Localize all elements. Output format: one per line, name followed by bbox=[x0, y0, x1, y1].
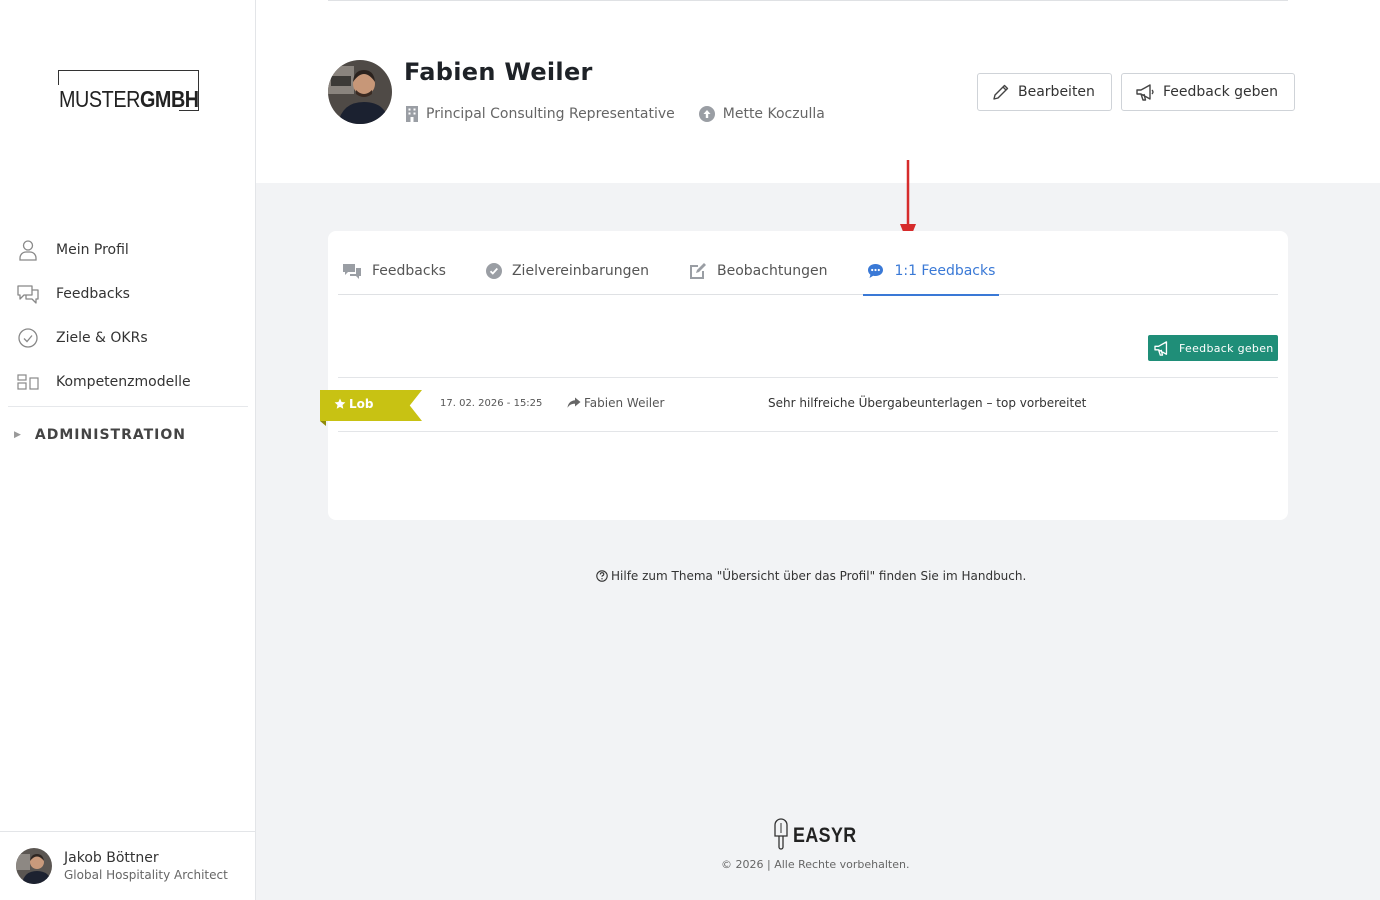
help-text[interactable]: Hilfe zum Thema "Übersicht über das Prof… bbox=[611, 569, 1026, 583]
company-logo[interactable]: MUSTERGMBH bbox=[58, 70, 200, 112]
chat-bubbles-icon bbox=[342, 263, 362, 280]
sidebar-item-ziele-okrs[interactable]: Ziele & OKRs bbox=[8, 316, 248, 360]
feedback-message: Sehr hilfreiche Übergabeunterlagen – top… bbox=[768, 396, 1087, 410]
building-icon bbox=[406, 106, 418, 122]
admin-label: ADMINISTRATION bbox=[34, 427, 186, 443]
sidebar-item-label: Ziele & OKRs bbox=[56, 330, 148, 346]
give-feedback-button[interactable]: Feedback geben bbox=[1121, 73, 1295, 111]
ribbon-text: Lob bbox=[349, 397, 374, 411]
new-feedback-label: Feedback geben bbox=[1179, 341, 1274, 355]
copyright: © 2026 | Alle Rechte vorbehalten. bbox=[721, 858, 910, 871]
megaphone-icon bbox=[1136, 83, 1155, 101]
tab-beobachtungen[interactable]: Beobachtungen bbox=[685, 247, 831, 295]
tab-feedbacks[interactable]: Feedbacks bbox=[338, 247, 450, 295]
comment-dots-icon bbox=[867, 263, 884, 279]
sidebar: MUSTERGMBH Mein Profil Feedbacks Ziele &… bbox=[0, 0, 256, 900]
check-circle-icon bbox=[16, 326, 40, 350]
avatar bbox=[16, 848, 52, 884]
star-icon bbox=[334, 398, 346, 410]
profile-name: Fabien Weiler bbox=[404, 58, 593, 86]
arrow-up-circle-icon bbox=[698, 106, 715, 122]
pencil-icon bbox=[992, 83, 1010, 101]
table-row[interactable]: Lob 17. 02. 2026 - 15:25 Fabien Weiler S… bbox=[320, 377, 1278, 432]
new-feedback-button[interactable]: Feedback geben bbox=[1148, 335, 1278, 361]
tab-label: Feedbacks bbox=[372, 263, 446, 279]
chat-bubbles-icon bbox=[16, 282, 40, 306]
tab-zielvereinbarungen[interactable]: Zielvereinbarungen bbox=[482, 247, 653, 295]
grid-icon bbox=[16, 370, 40, 394]
sidebar-item-mein-profil[interactable]: Mein Profil bbox=[8, 228, 248, 272]
user-name: Jakob Böttner bbox=[64, 850, 159, 866]
sidebar-item-label: Mein Profil bbox=[56, 242, 129, 258]
edit-button[interactable]: Bearbeiten bbox=[977, 73, 1112, 111]
user-icon bbox=[16, 238, 40, 262]
profile-meta: Principal Consulting Representative Mett… bbox=[406, 106, 849, 122]
main-nav: Mein Profil Feedbacks Ziele & OKRs Kompe… bbox=[8, 228, 248, 463]
check-circle-icon bbox=[485, 263, 502, 279]
manager-info[interactable]: Mette Koczulla bbox=[698, 106, 825, 122]
divider bbox=[328, 0, 1288, 1]
ribbon-label: Lob bbox=[334, 397, 373, 411]
megaphone-icon bbox=[1154, 340, 1171, 356]
tab-label: 1:1 Feedbacks bbox=[894, 263, 996, 279]
share-icon bbox=[567, 397, 581, 409]
position-info: Principal Consulting Representative bbox=[406, 106, 675, 122]
manager-name: Mette Koczulla bbox=[722, 106, 825, 122]
sidebar-item-label: Feedbacks bbox=[56, 286, 130, 302]
tab-label: Beobachtungen bbox=[717, 263, 828, 279]
popsicle-icon bbox=[772, 818, 790, 854]
author-name: Fabien Weiler bbox=[584, 396, 665, 410]
feedback-date: 17. 02. 2026 - 15:25 bbox=[440, 398, 543, 409]
tab-1-1-feedbacks[interactable]: 1:1 Feedbacks bbox=[863, 247, 1000, 296]
sidebar-item-kompetenzmodelle[interactable]: Kompetenzmodelle bbox=[8, 360, 248, 404]
lob-badge: Lob bbox=[320, 390, 422, 426]
easyr-logo[interactable]: EASYR bbox=[772, 818, 868, 854]
logo-text: MUSTERGMBH bbox=[59, 86, 199, 112]
user-role: Global Hospitality Architect bbox=[64, 868, 228, 882]
sidebar-item-administration[interactable]: ▶ ADMINISTRATION bbox=[8, 407, 248, 463]
caret-right-icon: ▶ bbox=[14, 430, 21, 440]
profile-avatar bbox=[328, 60, 392, 124]
current-user[interactable]: Jakob Böttner Global Hospitality Archite… bbox=[0, 831, 255, 900]
tab-bar: Feedbacks Zielvereinbarungen Beobachtung… bbox=[338, 247, 1278, 296]
give-feedback-label: Feedback geben bbox=[1163, 84, 1278, 100]
position-text: Principal Consulting Representative bbox=[426, 106, 675, 122]
question-circle-icon bbox=[596, 570, 608, 582]
edit-button-label: Bearbeiten bbox=[1018, 84, 1095, 100]
ribbon-fold bbox=[320, 421, 326, 426]
sidebar-item-label: Kompetenzmodelle bbox=[56, 374, 191, 390]
brand-name: EASYR bbox=[793, 824, 857, 847]
help-link[interactable]: Hilfe zum Thema "Übersicht über das Prof… bbox=[596, 569, 1026, 583]
profile-tabs-card: Feedbacks Zielvereinbarungen Beobachtung… bbox=[320, 231, 1288, 520]
feedback-author: Fabien Weiler bbox=[567, 396, 664, 410]
sidebar-item-feedbacks[interactable]: Feedbacks bbox=[8, 272, 248, 316]
profile-header: Fabien Weiler Principal Consulting Repre… bbox=[256, 0, 1380, 183]
tab-label: Zielvereinbarungen bbox=[511, 263, 650, 279]
edit-icon bbox=[689, 262, 707, 280]
